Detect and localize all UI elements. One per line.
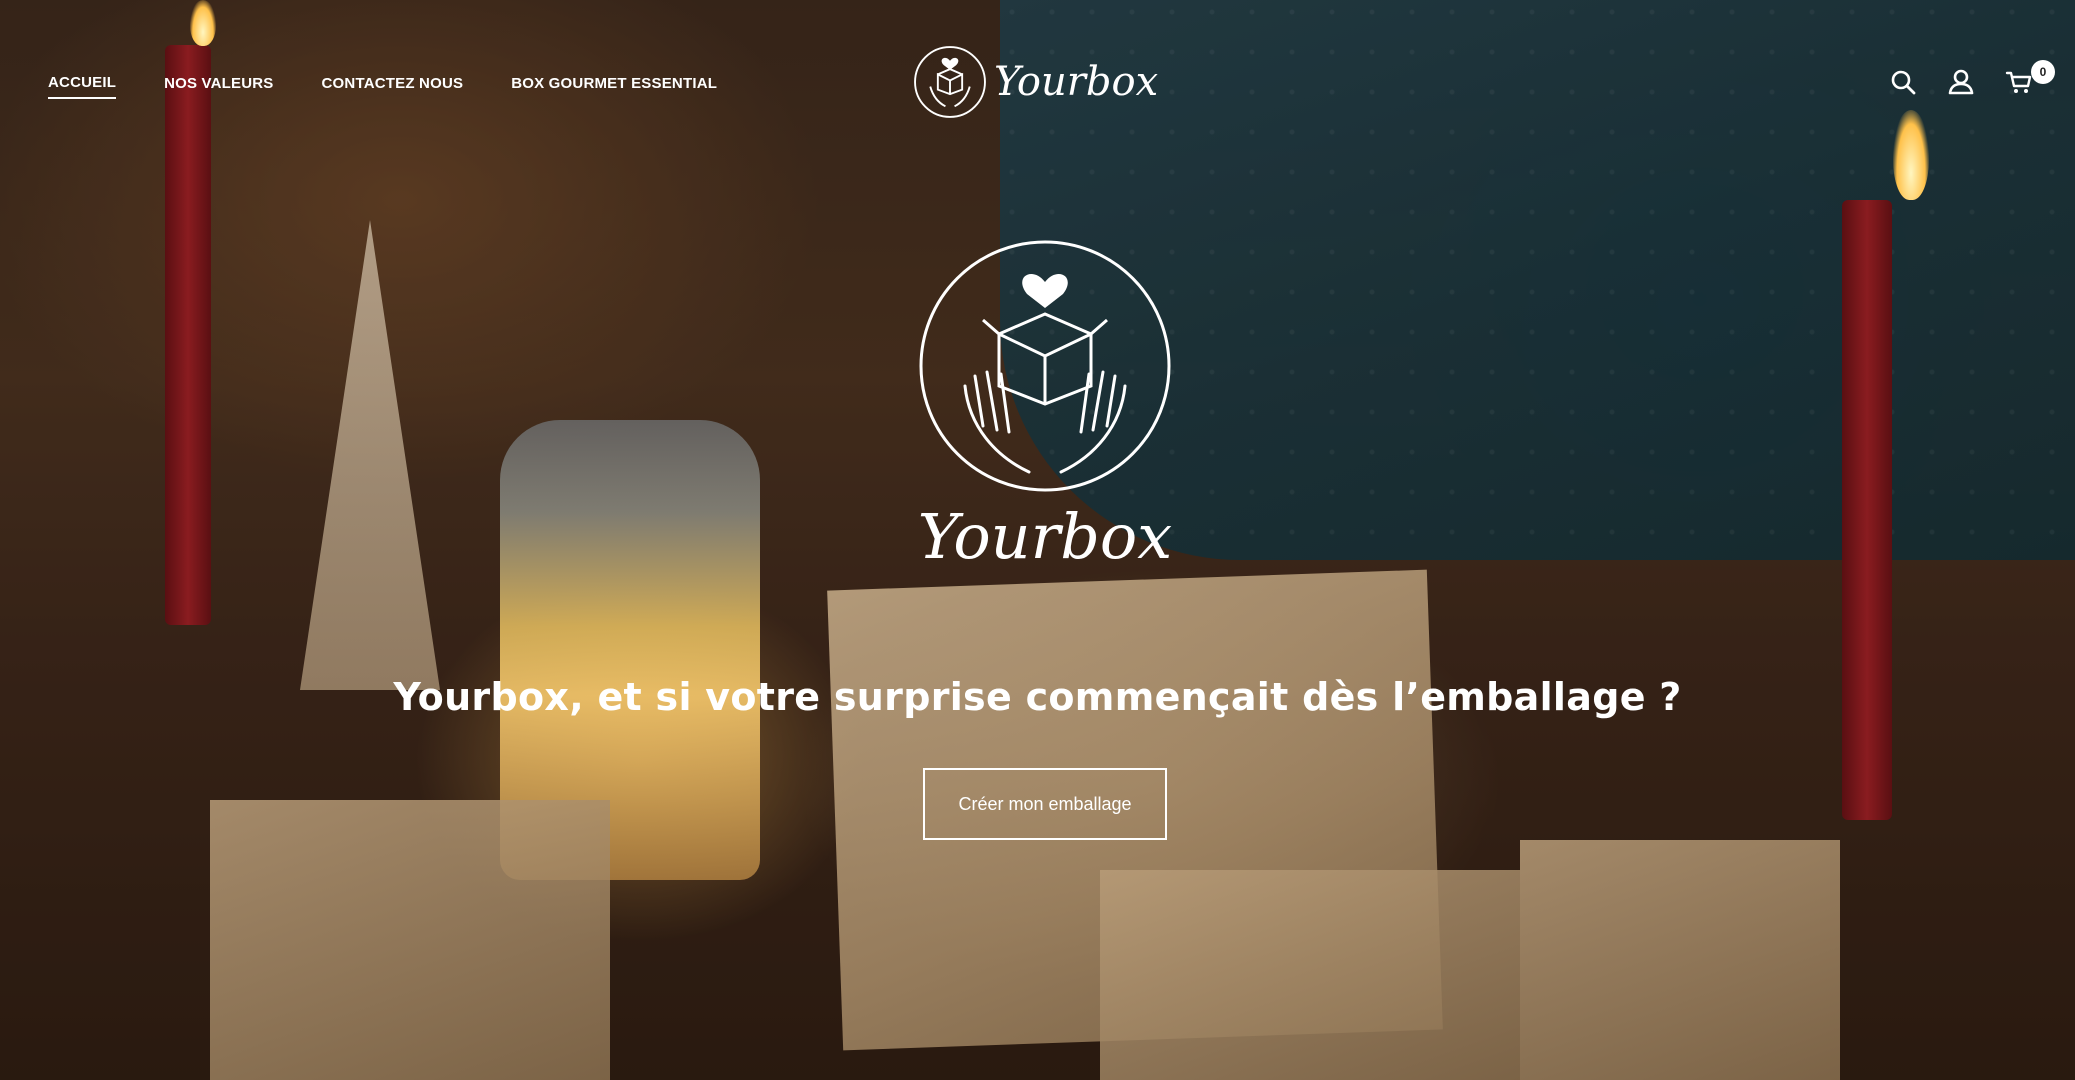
cart-count-badge: 0 <box>2031 60 2055 84</box>
hero-logo: Yourbox <box>905 236 1185 596</box>
search-icon[interactable] <box>1889 68 1917 96</box>
main-navigation: ACCUEIL NOS VALEURS CONTACTEZ NOUS BOX G… <box>48 74 717 99</box>
site-header: ACCUEIL NOS VALEURS CONTACTEZ NOUS BOX G… <box>0 0 2075 170</box>
nav-item-nos-valeurs[interactable]: NOS VALEURS <box>164 75 273 98</box>
user-icon[interactable] <box>1947 68 1975 96</box>
header-brand-name: Yourbox <box>994 59 1159 105</box>
hero-brand-name: Yourbox <box>917 500 1173 573</box>
header-actions: 0 <box>1889 60 2055 96</box>
background-gift-middle-image <box>1100 870 1520 1080</box>
gift-box-hands-emblem-icon <box>919 240 1171 492</box>
cart-icon[interactable]: 0 <box>2005 60 2055 96</box>
background-gift-left-image <box>210 800 610 1080</box>
hero-headline: Yourbox, et si votre surprise commençait… <box>393 675 1682 720</box>
hero-section: ACCUEIL NOS VALEURS CONTACTEZ NOUS BOX G… <box>0 0 2075 1080</box>
create-packaging-button[interactable]: Créer mon emballage <box>923 768 1167 840</box>
nav-item-accueil[interactable]: ACCUEIL <box>48 74 117 99</box>
nav-item-box-gourmet-essential[interactable]: BOX GOURMET ESSENTIAL <box>511 75 717 98</box>
header-logo[interactable]: Yourbox <box>912 44 1158 120</box>
background-candle-right-image <box>1842 200 1892 820</box>
background-gift-right-image <box>1520 840 1840 1080</box>
gift-box-hands-logo-icon <box>914 46 986 118</box>
background-wooden-tree-image <box>300 220 440 690</box>
nav-item-contactez-nous[interactable]: CONTACTEZ NOUS <box>322 75 464 98</box>
